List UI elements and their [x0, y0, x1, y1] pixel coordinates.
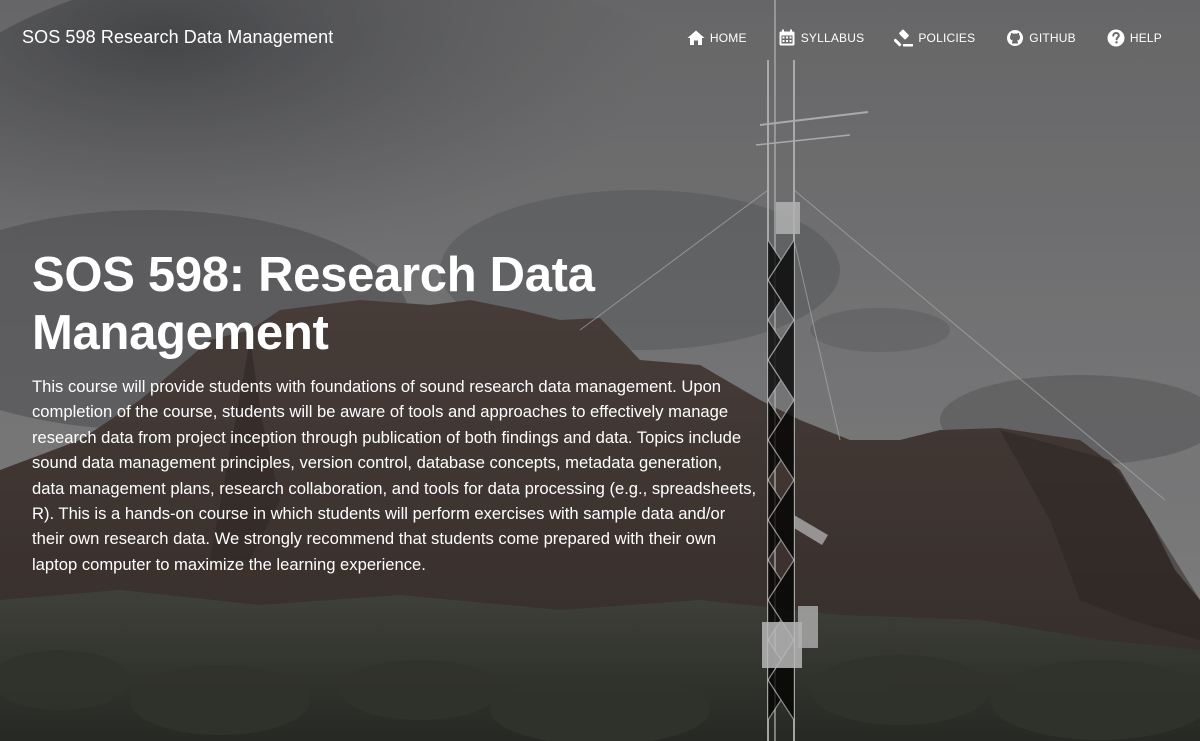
home-icon — [686, 28, 706, 48]
site-brand-link[interactable]: SOS 598 Research Data Management — [22, 27, 333, 48]
calendar-icon — [777, 28, 797, 48]
nav-help-label: HELP — [1129, 31, 1162, 45]
nav-home-link[interactable]: HOME — [686, 28, 747, 48]
nav-home-label: HOME — [709, 31, 747, 45]
nav-github-link[interactable]: GITHUB — [1005, 28, 1076, 48]
nav-github-label: GITHUB — [1029, 31, 1076, 45]
gavel-icon — [894, 28, 914, 48]
nav-syllabus-link[interactable]: SYLLABUS — [777, 28, 865, 48]
top-navbar: SOS 598 Research Data Management HOME SY… — [0, 0, 1200, 76]
nav-help-link[interactable]: HELP — [1106, 28, 1162, 48]
github-icon — [1005, 28, 1025, 48]
page-title: SOS 598: Research Data Management — [32, 248, 595, 360]
course-description: This course will provide students with f… — [32, 377, 757, 574]
nav-policies-label: POLICIES — [918, 31, 976, 45]
hero-section: SOS 598 Research Data Management HOME SY… — [0, 0, 1200, 741]
nav-links: HOME SYLLABUS POLICIES GITHUB HELP — [686, 28, 1162, 48]
nav-policies-link[interactable]: POLICIES — [894, 28, 975, 48]
question-circle-icon — [1106, 28, 1126, 48]
hero-content: SOS 598: Research Data Management This c… — [32, 246, 762, 577]
nav-syllabus-label: SYLLABUS — [800, 31, 865, 45]
